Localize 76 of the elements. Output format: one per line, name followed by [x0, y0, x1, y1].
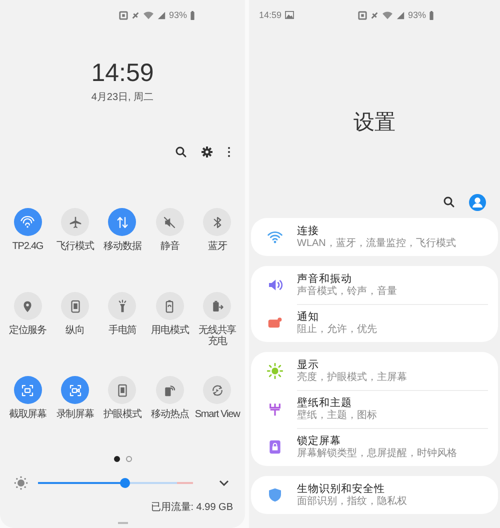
expand-caret-icon[interactable] [219, 480, 229, 486]
status-time: 14:59 [259, 10, 282, 20]
setting-summary: WLAN，蓝牙，流量监控，飞行模式 [297, 238, 457, 250]
battery-icon [190, 10, 195, 20]
page-indicator-dot[interactable] [126, 456, 132, 462]
battery-level: 93% [168, 10, 187, 20]
cast-cycle-icon [210, 382, 225, 398]
quick-toggle[interactable] [61, 292, 90, 320]
wifi-icon [382, 10, 393, 20]
clock-time: 14:59 [91, 58, 154, 88]
toggle-label: 移动热点 [150, 409, 190, 420]
more-options-icon[interactable] [227, 146, 231, 158]
setting-summary: 面部识别，指纹，隐私权 [297, 496, 408, 508]
battery-icon [429, 10, 434, 20]
search-icon[interactable] [443, 196, 455, 208]
settings-icon[interactable] [201, 146, 213, 158]
quick-toggle[interactable] [108, 376, 136, 404]
setting-title[interactable]: 显示 [297, 358, 488, 372]
quick-toggle[interactable] [156, 292, 184, 320]
image-icon [284, 11, 294, 19]
setting-summary: 亮度，护眼模式，主屏幕 [297, 372, 408, 384]
toggle-label: 手电筒 [107, 325, 138, 336]
quick-toggle[interactable] [203, 208, 232, 236]
wifi-icon [20, 214, 36, 230]
video-frame-icon [68, 382, 83, 398]
setting-summary: 壁纸，主题，图标 [297, 410, 378, 422]
setting-summary: 阻止，允许，优先 [297, 324, 378, 336]
toggle-label: 静音 [159, 241, 180, 252]
toggle-label: Smart View [194, 409, 240, 420]
toggle-label: 用电模式 [150, 325, 190, 336]
setting-title[interactable]: 通知 [297, 311, 488, 324]
quick-toggle[interactable] [61, 208, 90, 236]
battery-level: 93% [408, 10, 426, 20]
setting-title[interactable]: 声音和振动 [297, 272, 488, 286]
setting-title[interactable]: 生物识别和安全性 [297, 482, 488, 496]
brightness-icon [14, 476, 28, 490]
quick-toggle[interactable] [156, 376, 184, 404]
quick-toggle[interactable] [14, 208, 42, 236]
quick-toggle[interactable] [14, 376, 42, 404]
search-icon[interactable] [175, 146, 187, 158]
quick-toggle[interactable] [14, 292, 42, 320]
setting-title[interactable]: 锁定屏幕 [297, 435, 488, 448]
clock-date: 4月23日, 周二 [91, 91, 154, 104]
setting-title[interactable]: 连接 [297, 224, 488, 238]
toggle-label: TP2.4G [11, 241, 44, 252]
signal-icon [156, 10, 166, 20]
toggle-label: 移动数据 [102, 241, 143, 252]
toggle-label: 护眼模式 [102, 409, 142, 420]
account-icon[interactable] [469, 194, 486, 210]
quick-toggle[interactable] [61, 376, 90, 404]
quick-toggle[interactable] [108, 208, 136, 236]
page-title: 设置 [352, 110, 396, 136]
quick-toggle[interactable] [156, 208, 184, 236]
toggle-label: 纵向 [64, 325, 86, 336]
drag-handle[interactable] [118, 522, 128, 524]
setting-summary: 声音模式，铃声，音量 [297, 286, 398, 298]
quick-toggle[interactable] [108, 292, 136, 320]
signal-icon [396, 10, 405, 20]
setting-summary: 屏幕解锁类型，息屏提醒，时钟风格 [297, 448, 458, 460]
screenshot-frame-icon [20, 382, 36, 398]
toggle-label: 飞行模式 [55, 241, 95, 252]
quick-toggle[interactable] [203, 292, 232, 320]
wifi-icon [142, 10, 154, 20]
toggle-label: 截取屏幕 [8, 409, 48, 420]
setting-title[interactable]: 壁纸和主题 [297, 397, 488, 410]
data-arrows-icon [114, 214, 130, 230]
speaker-muted-icon [162, 214, 178, 230]
toggle-label: 定位服务 [8, 325, 48, 336]
hotspot-icon [162, 382, 178, 398]
toggle-label: 录制屏幕 [55, 409, 95, 420]
toggle-label: 无线共享充电 [197, 325, 238, 347]
page-indicator-dot[interactable] [114, 456, 120, 462]
airplane-icon [68, 214, 83, 230]
data-usage-text: 已用流量: 4.99 GB [150, 500, 233, 514]
quick-toggle[interactable] [203, 376, 232, 404]
toggle-label: 蓝牙 [206, 241, 228, 252]
